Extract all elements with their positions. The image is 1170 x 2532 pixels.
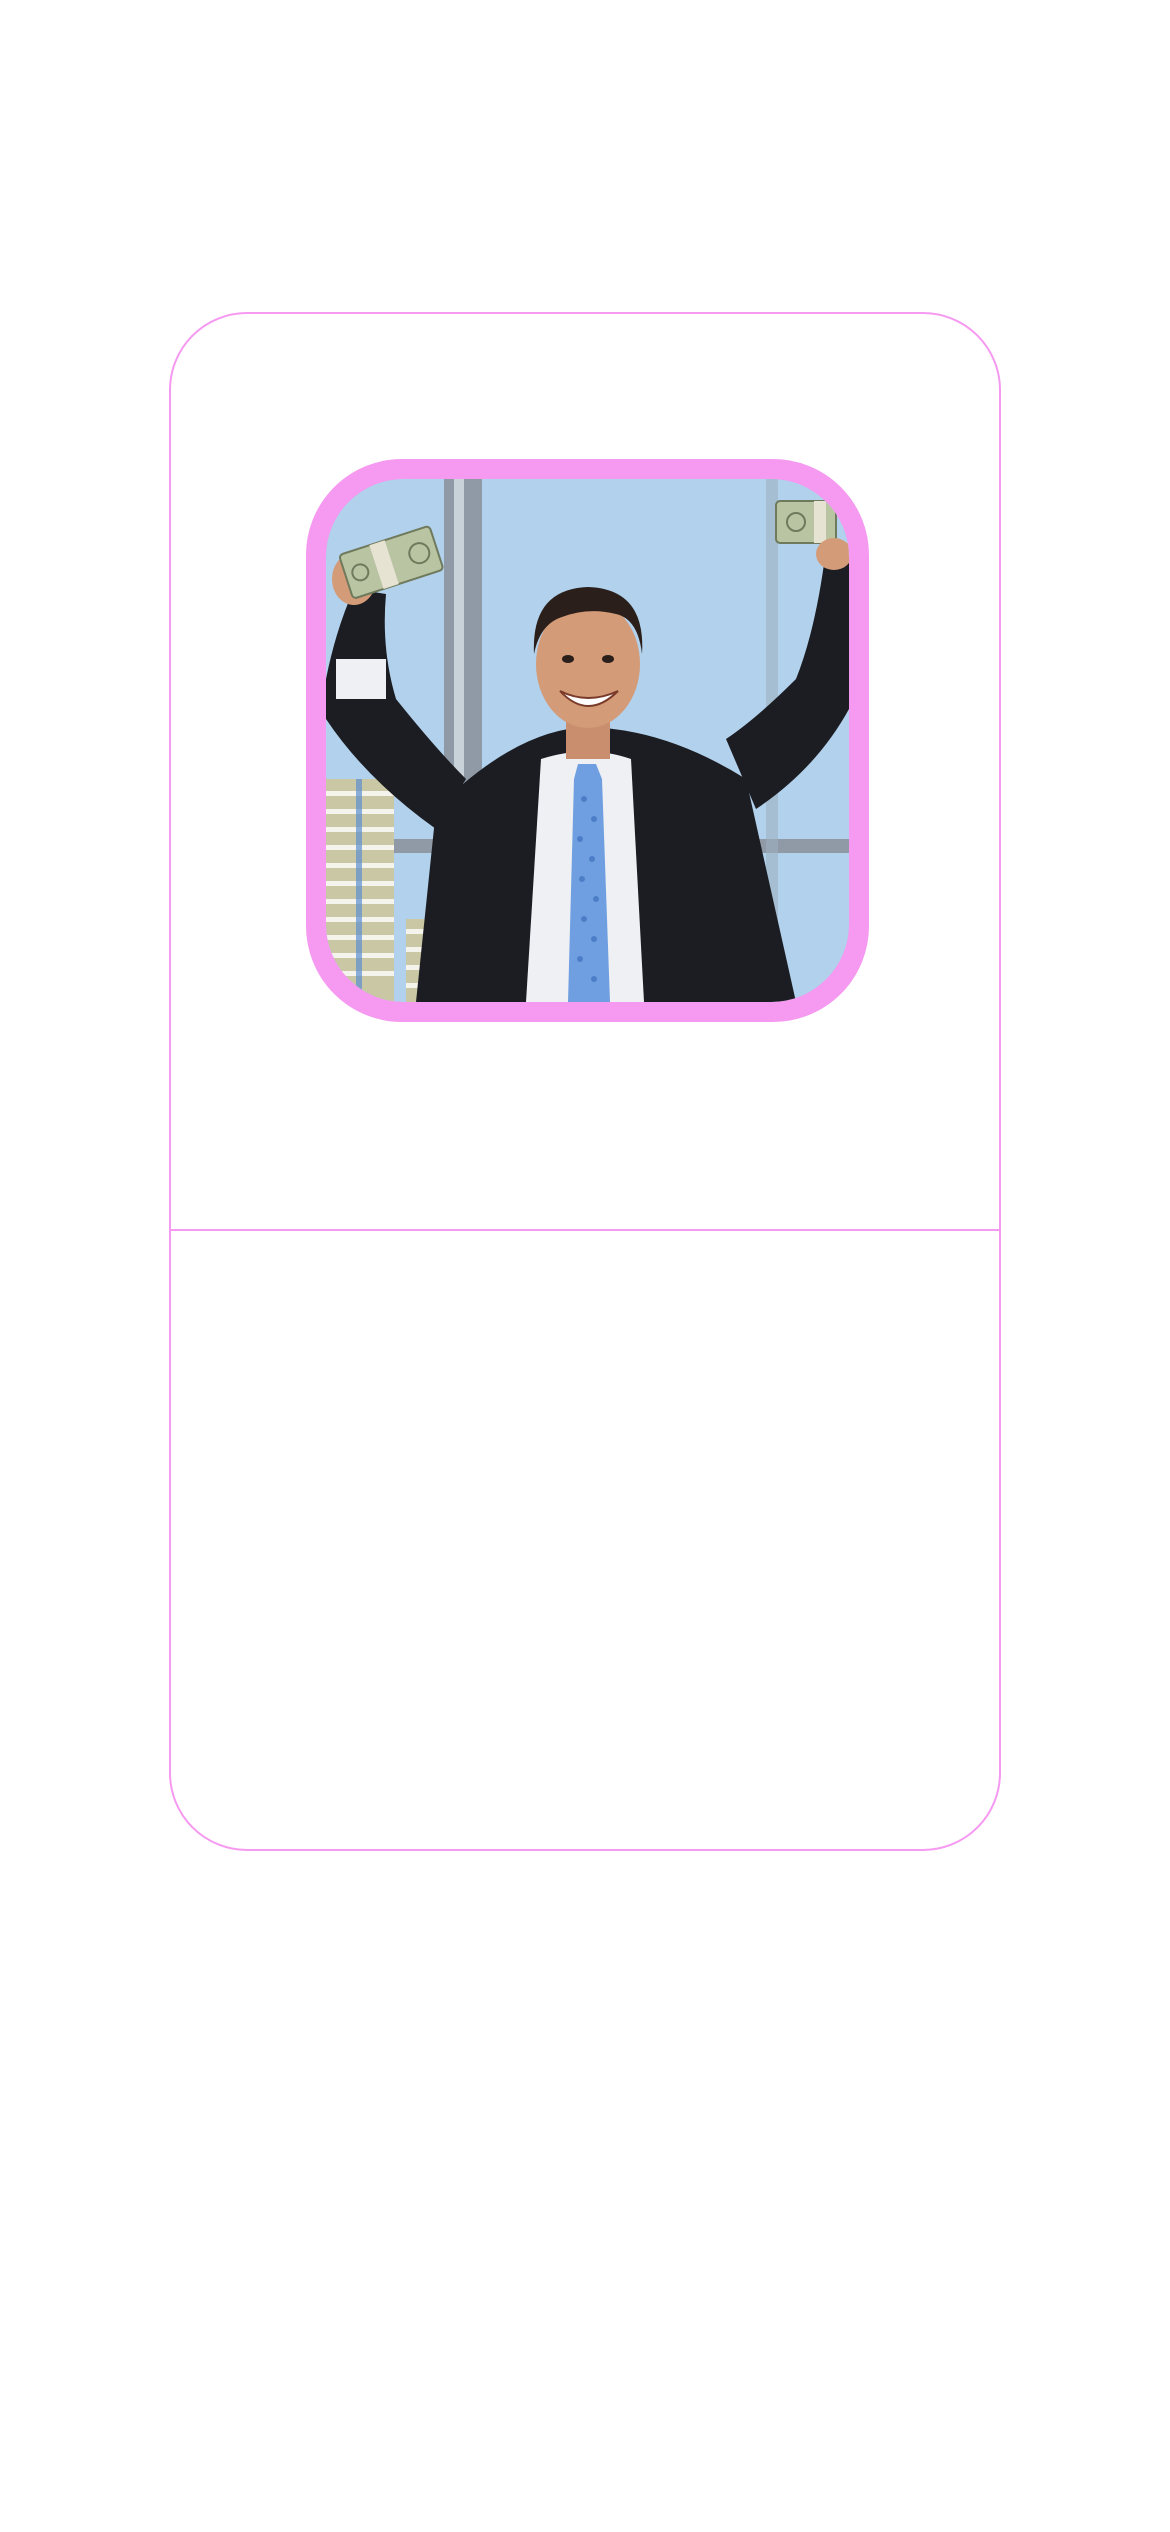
profile-image[interactable] (306, 459, 869, 1022)
profile-card (169, 312, 1001, 1851)
cash-bundle-right (775, 500, 837, 544)
money-stack-left (326, 779, 394, 1002)
app-screen (0, 0, 1170, 2532)
card-image-section (171, 314, 999, 1229)
businessman-photo-illustration (326, 479, 849, 1002)
card-content-area (171, 1231, 999, 1849)
